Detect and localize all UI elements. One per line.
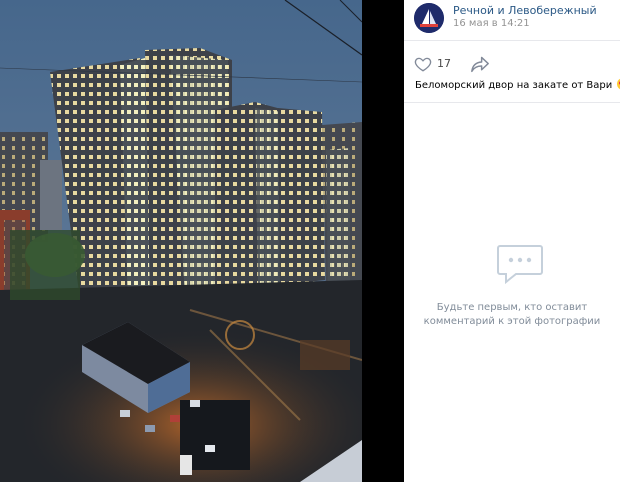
like-count: 17 <box>437 57 451 70</box>
no-comments-line-2: комментарий к этой фотографии <box>423 316 601 327</box>
caption-text: Беломорский двор на закате от Вари <box>415 80 613 91</box>
no-comments-line-1: Будьте первым, кто оставит <box>436 302 588 313</box>
share-arrow-icon[interactable] <box>470 55 490 77</box>
speech-bubble-icon <box>496 243 544 289</box>
community-avatar[interactable] <box>414 3 444 33</box>
post-date[interactable]: 16 мая в 14:21 <box>453 18 530 29</box>
heart-icon[interactable] <box>414 55 432 77</box>
no-comments-placeholder: Будьте первым, кто оставит комментарий к… <box>404 301 620 329</box>
post-caption: Беломорский двор на закате от Вари <box>415 78 620 91</box>
post-header: Речной и Левобережный 16 мая в 14:21 <box>404 0 620 41</box>
post-photo[interactable] <box>0 0 362 482</box>
divider <box>404 102 620 103</box>
community-name-link[interactable]: Речной и Левобережный <box>453 4 597 17</box>
post-side-panel: Речной и Левобережный 16 мая в 14:21 17 … <box>404 0 620 482</box>
